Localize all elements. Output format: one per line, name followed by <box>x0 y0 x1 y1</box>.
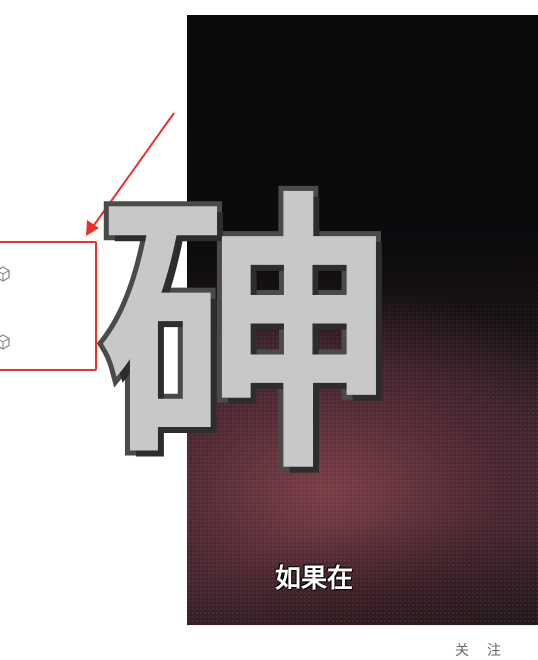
video-title-glyph: 砷 <box>95 171 395 508</box>
bottom-partial-text: 关注 <box>455 643 519 659</box>
cube-icon[interactable] <box>0 266 10 282</box>
video-subtitle: 如果在 <box>275 564 354 594</box>
cube-icon[interactable] <box>0 334 10 350</box>
annotation-highlight-box <box>0 241 97 371</box>
